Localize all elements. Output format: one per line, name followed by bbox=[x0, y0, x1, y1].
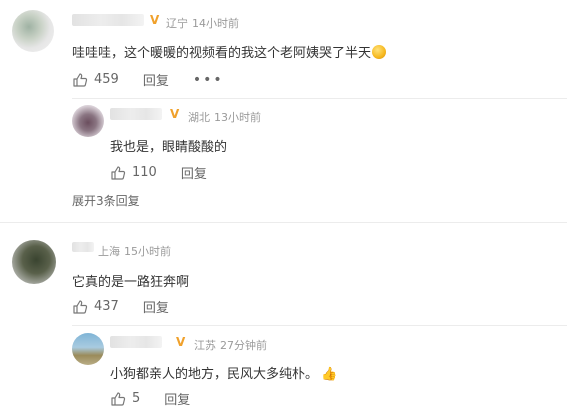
thumbs-up-icon bbox=[73, 299, 88, 314]
timestamp: 27分钟前 bbox=[220, 339, 267, 352]
username-blurred[interactable] bbox=[72, 14, 144, 26]
comment-text: 哇哇哇，这个暖暖的视频看的我这个老阿姨哭了半天 bbox=[72, 42, 387, 61]
avatar[interactable] bbox=[72, 105, 104, 137]
vip-badge-icon: V bbox=[176, 335, 186, 349]
reply-text: 我也是，眼睛酸酸的 bbox=[110, 140, 228, 155]
reply-meta: 江苏 27分钟前 bbox=[194, 337, 267, 353]
avatar[interactable] bbox=[72, 333, 104, 365]
avatar[interactable] bbox=[12, 10, 54, 52]
avatar[interactable] bbox=[12, 240, 56, 284]
timestamp: 14小时前 bbox=[192, 17, 239, 30]
location: 湖北 bbox=[188, 111, 210, 124]
like-count: 110 bbox=[132, 165, 157, 180]
like-count: 459 bbox=[94, 72, 119, 87]
like-button[interactable]: 110 bbox=[110, 165, 157, 181]
comment-meta: 辽宁 14小时前 bbox=[166, 15, 239, 31]
reply-actions: 110 回复 bbox=[110, 163, 207, 182]
username-blurred[interactable] bbox=[110, 336, 162, 348]
vip-badge-icon: V bbox=[150, 13, 160, 27]
timestamp: 13小时前 bbox=[214, 111, 261, 124]
location: 上海 bbox=[98, 245, 120, 258]
location: 江苏 bbox=[194, 339, 216, 352]
vip-badge-icon: V bbox=[170, 107, 180, 121]
like-button[interactable]: 437 bbox=[72, 299, 119, 315]
reply-button[interactable]: 回复 bbox=[143, 297, 169, 316]
like-count: 5 bbox=[132, 391, 141, 406]
like-count: 437 bbox=[94, 299, 119, 314]
thumbs-up-icon bbox=[111, 165, 126, 180]
divider bbox=[0, 222, 567, 223]
timestamp: 15小时前 bbox=[124, 245, 171, 258]
expand-replies-link[interactable]: 展开3条回复 bbox=[72, 192, 140, 209]
reply-actions: 5 回复 bbox=[110, 389, 190, 408]
location: 辽宁 bbox=[166, 17, 188, 30]
divider bbox=[72, 325, 567, 326]
reply-text-body: 小狗都亲人的地方，民风大多纯朴。 bbox=[110, 367, 319, 382]
comment-text: 它真的是一路狂奔啊 bbox=[72, 275, 190, 290]
thumbs-up-emoji-icon: 👍 bbox=[321, 367, 338, 382]
divider bbox=[72, 98, 567, 99]
comment-actions: 459 回复 ••• bbox=[72, 70, 224, 89]
cry-emoji-icon bbox=[372, 45, 387, 59]
reply-button[interactable]: 回复 bbox=[143, 70, 169, 89]
reply-button[interactable]: 回复 bbox=[181, 163, 207, 182]
thumbs-up-icon bbox=[111, 391, 126, 406]
comment-actions: 437 回复 bbox=[72, 297, 169, 316]
reply-button[interactable]: 回复 bbox=[164, 389, 190, 408]
like-button[interactable]: 459 bbox=[72, 72, 119, 88]
comment-text-body: 哇哇哇，这个暖暖的视频看的我这个老阿姨哭了半天 bbox=[72, 46, 372, 61]
reply-meta: 湖北 13小时前 bbox=[188, 109, 261, 125]
reply-text: 小狗都亲人的地方，民风大多纯朴。 👍 bbox=[110, 363, 337, 382]
username-blurred[interactable] bbox=[72, 242, 94, 252]
username-blurred[interactable] bbox=[110, 108, 162, 120]
comment-meta: 上海 15小时前 bbox=[98, 243, 171, 259]
more-options-button[interactable]: ••• bbox=[193, 72, 224, 88]
like-button[interactable]: 5 bbox=[110, 391, 140, 407]
thumbs-up-icon bbox=[73, 72, 88, 87]
